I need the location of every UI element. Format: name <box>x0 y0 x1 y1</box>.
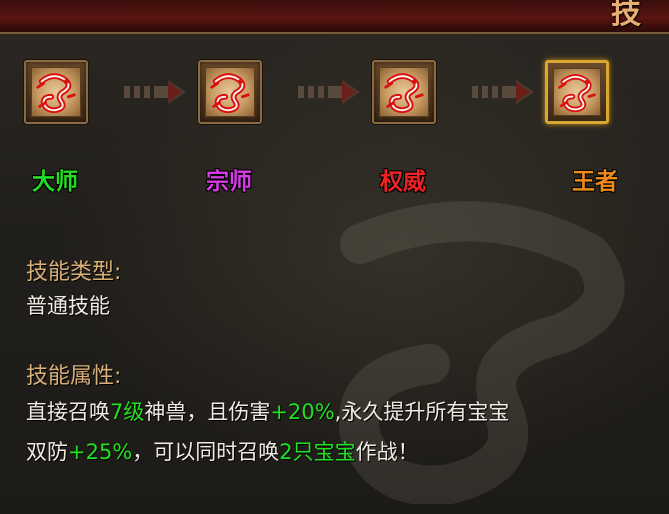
skill-panel: 大师 宗师 权威 王者 技能类型: 普通技能 技能属性: 直接召唤7级神兽，且伤… <box>0 34 669 514</box>
arrow-right-icon <box>124 80 186 104</box>
stage-label-master: 大师 <box>32 169 78 195</box>
skill-type-heading: 技能类型: <box>26 260 122 285</box>
skill-attr-line-1: 直接召唤7级神兽，且伤害+20%,永久提升所有宝宝 <box>26 400 510 424</box>
stage-grandmaster-icon[interactable] <box>198 60 262 124</box>
stage-king-icon[interactable] <box>545 60 609 124</box>
arrow-right-icon <box>298 80 360 104</box>
arrow-right-icon <box>472 80 534 104</box>
stage-master-icon[interactable] <box>24 60 88 124</box>
skill-type-value: 普通技能 <box>26 294 110 318</box>
window-title: 技 <box>611 0 643 31</box>
stage-label-king: 王者 <box>572 169 618 195</box>
stage-authority-icon[interactable] <box>372 60 436 124</box>
stage-label-authority: 权威 <box>380 169 426 195</box>
stage-label-grandmaster: 宗师 <box>206 169 252 195</box>
skill-attr-line-2: 双防+25%，可以同时召唤2只宝宝作战！ <box>26 440 419 464</box>
title-bar: 技 <box>0 0 669 34</box>
skill-attr-heading: 技能属性: <box>26 364 122 389</box>
